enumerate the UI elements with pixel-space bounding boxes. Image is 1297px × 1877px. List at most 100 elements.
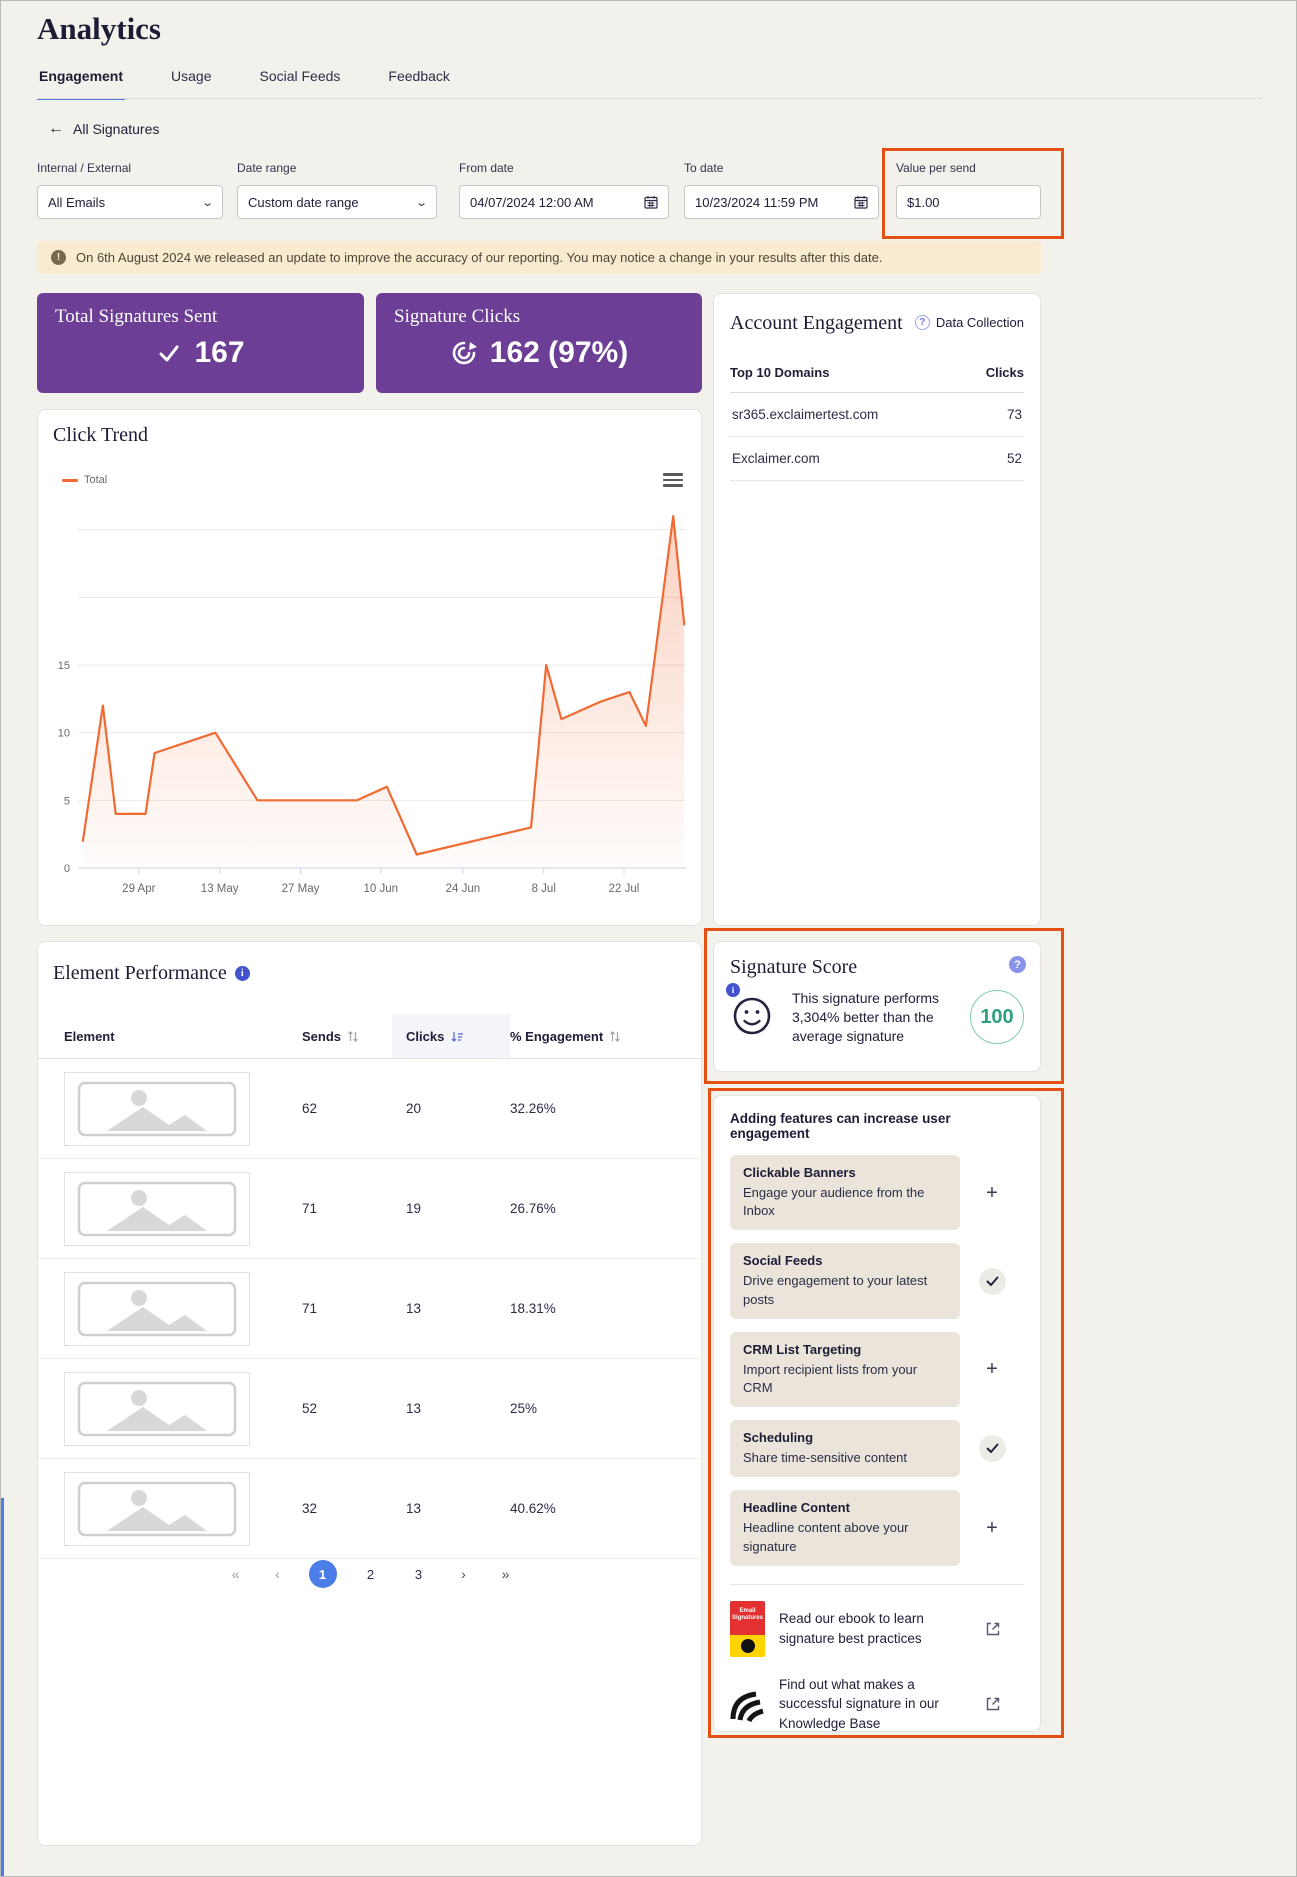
click-trend-title: Click Trend <box>53 424 149 446</box>
feature-card[interactable]: Headline Content Headline content above … <box>730 1490 960 1566</box>
domain-row: sr365.exclaimertest.com 73 <box>730 393 1024 437</box>
date-range-select[interactable]: Custom date range ⌄ <box>237 185 437 219</box>
external-link-icon[interactable] <box>984 1620 1002 1638</box>
stat-title: Total Signatures Sent <box>55 306 218 327</box>
sort-clicks-active[interactable]: Clicks <box>406 1029 464 1044</box>
pagination-page-3[interactable]: 3 <box>405 1560 433 1588</box>
svg-text:10: 10 <box>58 728 70 740</box>
add-feature-button[interactable]: + <box>986 1183 998 1203</box>
filter-label: Value per send <box>896 161 976 175</box>
element-row[interactable]: 62 20 32.26% <box>38 1059 703 1159</box>
feature-row-headline-content: Headline Content Headline content above … <box>730 1490 1024 1566</box>
stat-title: Signature Clicks <box>394 306 521 327</box>
knowledge-base-link[interactable]: Find out what makes a successful signatu… <box>730 1675 1024 1734</box>
engagement-value: 18.31% <box>510 1301 556 1316</box>
to-date-input-box[interactable] <box>684 185 879 219</box>
chevron-down-icon: ⌄ <box>200 196 214 209</box>
total-signatures-sent-card: Total Signatures Sent 167 <box>37 293 364 393</box>
pagination-first[interactable]: « <box>225 1566 247 1582</box>
pagination-page-1[interactable]: 1 <box>308 1560 337 1588</box>
feature-row-scheduling: Scheduling Share time-sensitive content <box>730 1420 1024 1478</box>
element-row[interactable]: 71 19 26.76% <box>38 1159 703 1259</box>
element-thumbnail <box>64 1371 250 1446</box>
feature-added-check-icon[interactable] <box>978 1435 1006 1463</box>
signature-score-title: Signature Score <box>730 956 858 978</box>
sort-icon <box>348 1030 358 1042</box>
domain-row: Exclaimer.com 52 <box>730 437 1024 481</box>
svg-text:29 Apr: 29 Apr <box>122 883 155 895</box>
tab-social-feeds[interactable]: Social Feeds <box>257 64 342 100</box>
chart-menu-icon[interactable] <box>663 470 683 490</box>
external-link-icon[interactable] <box>984 1695 1002 1713</box>
back-all-signatures-link[interactable]: ← All Signatures <box>48 120 159 138</box>
feature-card[interactable]: Scheduling Share time-sensitive content <box>730 1420 960 1478</box>
filter-label: Internal / External <box>37 161 132 175</box>
column-clicks: Clicks <box>406 1028 445 1044</box>
knowledge-base-link-text: Find out what makes a successful signatu… <box>779 1676 939 1731</box>
pagination-prev[interactable]: ‹ <box>267 1566 289 1582</box>
pagination-next[interactable]: › <box>453 1566 475 1582</box>
svg-text:8 Jul: 8 Jul <box>532 883 556 895</box>
feature-suggestions-panel: Adding features can increase user engage… <box>713 1095 1041 1732</box>
feature-title: Clickable Banners <box>743 1165 856 1180</box>
element-thumbnail <box>64 1171 250 1246</box>
tab-feedback[interactable]: Feedback <box>386 64 451 100</box>
reporting-update-banner: ! On 6th August 2024 we released an upda… <box>37 241 1041 274</box>
filter-from-date: From date <box>459 161 669 219</box>
svg-text:15: 15 <box>58 660 70 672</box>
pagination-last[interactable]: » <box>495 1566 517 1582</box>
image-placeholder-icon <box>77 1181 237 1236</box>
feature-added-check-icon[interactable] <box>978 1267 1006 1295</box>
feature-title: Scheduling <box>743 1430 814 1446</box>
sort-engagement[interactable]: % Engagement <box>510 1029 621 1044</box>
checkmark-icon <box>159 345 179 362</box>
smiley-icon: i <box>726 982 776 1042</box>
value-per-send-input[interactable] <box>907 194 1030 210</box>
feature-description: Drive engagement to your latest posts <box>743 1273 928 1307</box>
feature-card[interactable]: Social Feeds Drive engagement to your la… <box>730 1243 960 1319</box>
element-row[interactable]: 71 13 18.31% <box>38 1259 703 1359</box>
internal-external-select[interactable]: All Emails ⌄ <box>37 185 223 219</box>
from-date-input[interactable] <box>470 194 644 210</box>
filter-label: From date <box>459 161 514 175</box>
calendar-icon[interactable] <box>644 195 658 209</box>
data-collection-link[interactable]: ? Data Collection <box>914 315 1024 330</box>
domain-clicks: 73 <box>1006 407 1022 422</box>
help-icon[interactable]: ? <box>1009 956 1026 973</box>
add-feature-button[interactable]: + <box>986 1518 998 1538</box>
from-date-input-box[interactable] <box>459 185 669 219</box>
column-top-domains: Top 10 Domains <box>730 365 830 380</box>
feature-card[interactable]: Clickable Banners Engage your audience f… <box>730 1155 960 1231</box>
element-row[interactable]: 52 13 25% <box>38 1359 703 1459</box>
feature-description: Engage your audience from the Inbox <box>743 1185 925 1219</box>
scrollbar[interactable] <box>1 1498 4 1876</box>
clicks-value: 13 <box>406 1401 422 1416</box>
exclaimer-logo <box>730 1691 764 1722</box>
info-icon[interactable]: i <box>234 966 250 981</box>
tab-engagement[interactable]: Engagement <box>37 64 126 100</box>
domain-name: sr365.exclaimertest.com <box>732 407 879 422</box>
to-date-input[interactable] <box>695 194 854 210</box>
column-sends: Sends <box>302 1028 342 1044</box>
feature-card[interactable]: CRM List Targeting Import recipient list… <box>730 1331 960 1408</box>
column-engagement: % Engagement <box>510 1028 604 1044</box>
sort-descending-icon <box>451 1031 464 1042</box>
pagination-page-2[interactable]: 2 <box>357 1560 385 1588</box>
domain-name: Exclaimer.com <box>732 451 820 466</box>
score-description: This signature performs 3,304% better th… <box>792 990 940 1044</box>
panel-title-text: Element Performance <box>53 962 227 984</box>
add-feature-button[interactable]: + <box>986 1359 998 1379</box>
tab-usage[interactable]: Usage <box>169 64 213 100</box>
svg-text:24 Jun: 24 Jun <box>446 883 481 895</box>
sort-icon <box>610 1030 621 1042</box>
value-per-send-box[interactable] <box>896 185 1041 219</box>
sort-sends[interactable]: Sends <box>302 1029 359 1044</box>
engagement-value: 40.62% <box>510 1501 556 1516</box>
image-placeholder-icon <box>77 1481 237 1536</box>
info-dot-icon[interactable]: i <box>726 982 740 997</box>
analytics-page: Analytics Engagement Usage Social Feeds … <box>0 0 1297 1877</box>
element-row[interactable]: 32 13 40.62% <box>38 1459 703 1559</box>
calendar-icon[interactable] <box>854 195 868 209</box>
ebook-link[interactable]: Email Signatures Read our ebook to learn… <box>730 1600 1024 1657</box>
legend-swatch-total <box>62 478 78 482</box>
